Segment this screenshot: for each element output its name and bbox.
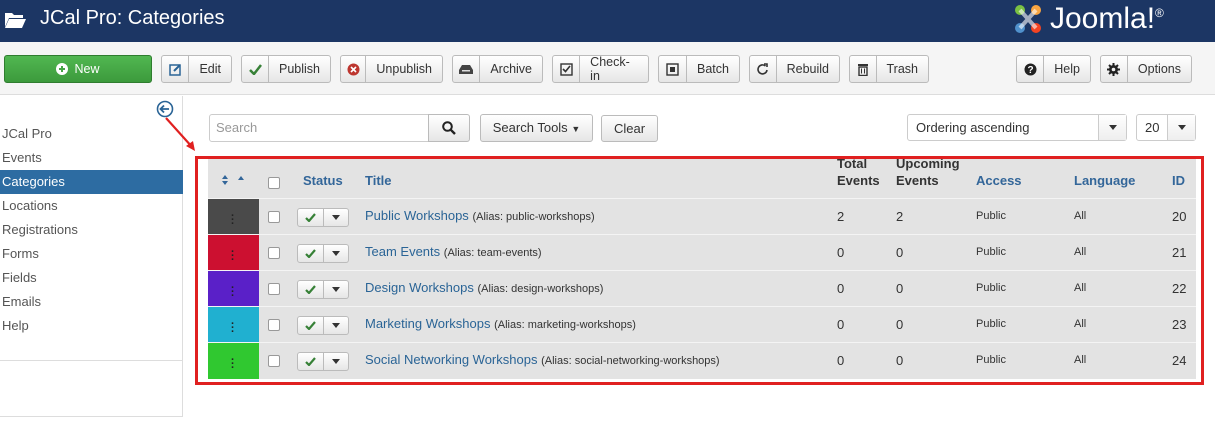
archive-button[interactable]: Archive (452, 55, 543, 83)
unpublish-button[interactable]: Unpublish (340, 55, 443, 83)
times-circle-icon (341, 56, 367, 82)
caret-down-icon: ▼ (571, 124, 581, 134)
sidebar-item-help[interactable]: Help (0, 314, 183, 338)
ordering-select[interactable]: Ordering ascending (907, 114, 1127, 141)
sidebar-item-emails[interactable]: Emails (0, 290, 183, 314)
sidebar-item-fields[interactable]: Fields (0, 266, 183, 290)
batch-button[interactable]: Batch (658, 55, 740, 83)
trash-icon (850, 56, 877, 82)
clear-button[interactable]: Clear (601, 115, 658, 142)
new-button[interactable]: New (4, 55, 152, 83)
page-title: JCal Pro: Categories (40, 7, 225, 29)
options-button[interactable]: Options (1100, 55, 1192, 83)
trash-button[interactable]: Trash (849, 55, 929, 83)
app-header: JCal Pro: Categories Joomla!® (0, 0, 1215, 42)
limit-select[interactable]: 20 (1136, 114, 1196, 141)
plus-circle-icon (56, 63, 69, 75)
checkbox-icon (553, 56, 581, 82)
edit-icon (162, 56, 190, 82)
joomla-logo-icon (1015, 5, 1041, 33)
edit-button[interactable]: Edit (161, 55, 232, 83)
sidebar-item-locations[interactable]: Locations (0, 194, 183, 218)
annotation-arrow-icon (165, 117, 195, 151)
sidebar-item-events[interactable]: Events (0, 146, 183, 170)
archive-icon (453, 56, 481, 82)
folder-open-icon (5, 13, 26, 28)
chevron-down-icon (1167, 115, 1195, 140)
check-icon (242, 56, 269, 82)
joomla-logo-text: Joomla!® (1050, 2, 1164, 35)
refresh-icon (750, 56, 777, 82)
check-in-button[interactable]: Check-in (552, 55, 649, 83)
search-icon (442, 121, 456, 135)
publish-button[interactable]: Publish (241, 55, 331, 83)
rebuild-button[interactable]: Rebuild (749, 55, 840, 83)
chevron-down-icon (1098, 115, 1126, 140)
help-button[interactable]: ? Help (1016, 55, 1091, 83)
sidebar-item-jcal-pro[interactable]: JCal Pro (0, 122, 183, 146)
sidebar-item-registrations[interactable]: Registrations (0, 218, 183, 242)
search-input[interactable]: Search (209, 114, 429, 142)
sidebar: JCal Pro Events Categories Locations Reg… (0, 96, 183, 417)
highlight-frame (195, 156, 1204, 385)
batch-icon (659, 56, 687, 82)
toolbar: New Edit Publish Unpublish Archive Check… (0, 42, 1215, 95)
sidebar-item-forms[interactable]: Forms (0, 242, 183, 266)
search-tools-button[interactable]: Search Tools ▼ (480, 114, 593, 142)
question-icon: ? (1017, 56, 1045, 82)
search-button[interactable] (428, 114, 470, 142)
sidebar-item-categories[interactable]: Categories (0, 170, 183, 194)
gear-icon (1101, 56, 1128, 82)
svg-text:?: ? (1027, 65, 1033, 76)
sidebar-divider (0, 360, 183, 361)
